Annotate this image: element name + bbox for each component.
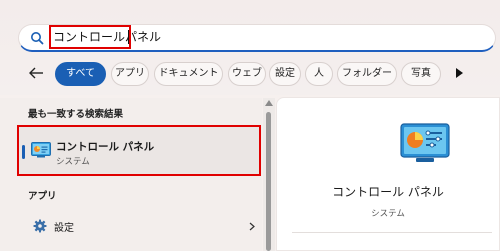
- app-item-label: 設定: [54, 223, 74, 234]
- preview-subtitle: システム: [371, 209, 405, 219]
- back-arrow-icon[interactable]: [28, 66, 44, 80]
- scroll-up-arrow-icon[interactable]: [265, 100, 273, 106]
- filter-chip-documents[interactable]: ドキュメント: [154, 62, 223, 86]
- filter-chip-label: ドキュメント: [158, 68, 219, 79]
- filter-chip-web[interactable]: ウェブ: [228, 62, 266, 86]
- gear-icon: [33, 219, 47, 233]
- more-filters-arrow-icon[interactable]: [456, 68, 463, 78]
- filter-chip-label: すべて: [66, 68, 95, 79]
- filter-chip-label: アプリ: [115, 68, 145, 79]
- search-input[interactable]: コントロールパネル: [53, 29, 161, 45]
- control-panel-icon: [31, 142, 51, 158]
- preview-divider: [292, 232, 492, 233]
- scrollbar-thumb[interactable]: [266, 112, 271, 251]
- preview-panel: [276, 97, 500, 251]
- filter-chip-apps[interactable]: アプリ: [111, 62, 149, 86]
- best-match-title: コントロール パネル: [56, 141, 155, 153]
- preview-title: コントロール パネル: [332, 185, 444, 199]
- filter-chip-folders[interactable]: フォルダー: [337, 62, 397, 86]
- filter-chip-settings[interactable]: 設定: [269, 62, 301, 86]
- control-panel-icon: [400, 123, 450, 162]
- filter-chip-label: フォルダー: [342, 68, 392, 79]
- filter-chip-label: 人: [314, 68, 324, 79]
- filter-chip-label: 設定: [275, 68, 295, 79]
- selection-accent-bar: [22, 145, 25, 159]
- best-match-heading: 最も一致する検索結果: [28, 109, 124, 120]
- filter-chip-label: 写真: [411, 68, 431, 79]
- filter-chip-label: ウェブ: [232, 68, 262, 79]
- filter-chip-all[interactable]: すべて: [55, 62, 106, 86]
- apps-heading: アプリ: [28, 191, 57, 202]
- text-caret: [128, 30, 129, 44]
- best-match-subtitle: システム: [56, 157, 90, 167]
- filter-chip-people[interactable]: 人: [305, 62, 333, 86]
- filter-chip-photos[interactable]: 写真: [401, 62, 441, 86]
- chevron-right-icon[interactable]: [249, 222, 255, 231]
- search-icon: [31, 32, 44, 45]
